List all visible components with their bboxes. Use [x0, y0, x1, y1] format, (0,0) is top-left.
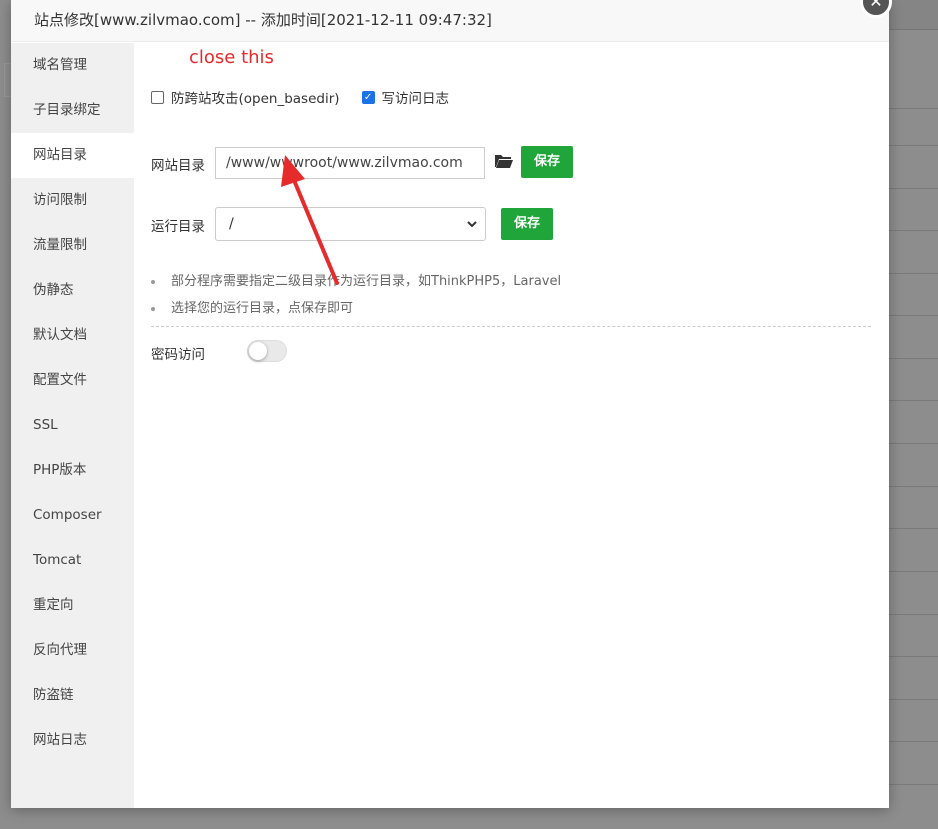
folder-open-icon[interactable] [494, 151, 514, 171]
save-site-dir-button[interactable]: 保存 [521, 146, 573, 178]
sidebar-item-config-file[interactable]: 配置文件 [11, 358, 134, 403]
open-basedir-checkbox[interactable] [151, 90, 164, 104]
divider [151, 326, 871, 327]
annotation-arrow-icon [281, 155, 339, 285]
toggle-knob [249, 342, 267, 360]
sidebar-item-access-restriction[interactable]: 访问限制 [11, 178, 134, 223]
sidebar-item-redirect[interactable]: 重定向 [11, 583, 134, 628]
sidebar-item-php-version[interactable]: PHP版本 [11, 448, 134, 493]
background-row-line [888, 145, 938, 146]
close-icon: ✕ [869, 0, 883, 11]
background-row-line [888, 486, 938, 487]
sidebar-item-tomcat[interactable]: Tomcat [11, 538, 134, 583]
options-row: 防跨站攻击(open_basedir) ✓ 写访问日志 [151, 86, 449, 108]
background-row-line [888, 656, 938, 657]
sidebar-item-composer[interactable]: Composer [11, 493, 134, 538]
background-row-line [888, 315, 938, 316]
list-item: 选择您的运行目录，点保存即可 [151, 298, 561, 325]
site-directory-panel: close this 防跨站攻击(open_basedir) ✓ 写访问日志 网… [134, 43, 889, 808]
background-row-line [888, 443, 938, 444]
sidebar-item-default-document[interactable]: 默认文档 [11, 313, 134, 358]
sidebar-item-rewrite[interactable]: 伪静态 [11, 268, 134, 313]
site-edit-dialog: 站点修改[www.zilvmao.com] -- 添加时间[2021-12-11… [11, 0, 889, 808]
background-row-line [888, 358, 938, 359]
sidebar-item-subdirectory-binding[interactable]: 子目录绑定 [11, 88, 134, 133]
dialog-title: 站点修改[www.zilvmao.com] -- 添加时间[2021-12-11… [11, 0, 889, 42]
background-row-line [888, 741, 938, 742]
background-row-line [888, 699, 938, 700]
sidebar-item-site-directory[interactable]: 网站目录 [11, 133, 134, 178]
background-row-line [888, 273, 938, 274]
password-access-label: 密码访问 [151, 347, 205, 363]
run-dir-label: 运行目录 [151, 219, 205, 235]
annotation-text: close this [189, 47, 274, 68]
background-row-line [888, 571, 938, 572]
sidebar-item-hotlink-protection[interactable]: 防盗链 [11, 673, 134, 718]
sidebar-item-ssl[interactable]: SSL [11, 403, 134, 448]
access-log-label: 写访问日志 [381, 91, 450, 107]
site-dir-label: 网站目录 [151, 158, 205, 174]
background-header [888, 0, 938, 30]
open-basedir-label: 防跨站攻击(open_basedir) [171, 91, 340, 107]
password-access-toggle[interactable] [247, 340, 287, 362]
sidebar-item-traffic-limit[interactable]: 流量限制 [11, 223, 134, 268]
background-row-line [888, 188, 938, 189]
chevron-down-icon [467, 221, 477, 228]
background-row-line [888, 784, 938, 785]
background-row-line [888, 108, 938, 109]
save-run-dir-button[interactable]: 保存 [501, 208, 553, 240]
settings-sidebar: 域名管理 子目录绑定 网站目录 访问限制 流量限制 伪静态 默认文档 配置文件 … [11, 43, 134, 808]
access-log-checkbox[interactable]: ✓ [361, 90, 375, 104]
run-dir-selected-value: / [229, 216, 234, 232]
sidebar-item-domains[interactable]: 域名管理 [11, 43, 134, 88]
sidebar-item-reverse-proxy[interactable]: 反向代理 [11, 628, 134, 673]
background-row-line [888, 528, 938, 529]
background-row-line [888, 230, 938, 231]
background-row-line [888, 614, 938, 615]
sidebar-item-site-logs[interactable]: 网站日志 [11, 718, 134, 763]
background-row-line [888, 400, 938, 401]
